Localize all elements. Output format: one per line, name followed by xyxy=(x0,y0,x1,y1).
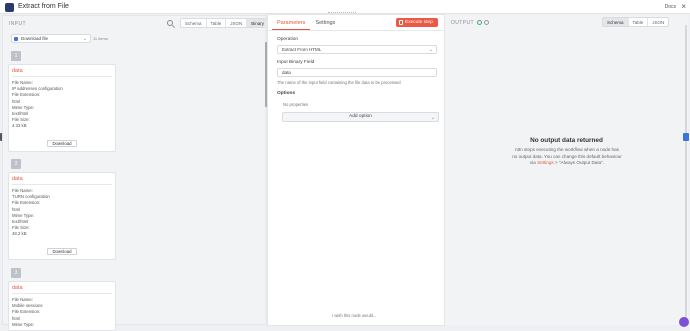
output-tab-json[interactable]: JSON xyxy=(648,18,668,26)
add-option-label: Add option xyxy=(349,114,372,119)
info-icon[interactable] xyxy=(484,20,489,25)
items-count: 11 items xyxy=(93,36,108,41)
binary-field-input[interactable]: data xyxy=(277,68,437,77)
meta-line: Mime Type: xyxy=(12,321,35,327)
binary-item-card: data File Name: IP addresses configurati… xyxy=(8,64,116,152)
input-tab-schema[interactable]: Schema xyxy=(181,19,207,27)
input-panel: INPUT Schema Table JSON Binary Download … xyxy=(2,15,270,331)
no-output-title: No output data returned xyxy=(530,137,603,144)
extension-icon[interactable] xyxy=(683,133,689,141)
input-label: INPUT xyxy=(9,21,26,27)
binary-key: data xyxy=(12,68,23,74)
execute-step-label: Execute step xyxy=(405,20,433,25)
no-properties-text: No properties xyxy=(283,102,309,107)
search-icon[interactable] xyxy=(167,20,173,26)
node-title[interactable]: Extract from File xyxy=(18,3,69,10)
output-panel: OUTPUT Schema Table JSON No output data … xyxy=(445,15,688,325)
no-output-text-end: > "Always Output Data". xyxy=(553,160,605,165)
chevron-down-icon: ⌄ xyxy=(82,36,87,42)
binary-key: data xyxy=(12,176,23,182)
download-button[interactable]: Download xyxy=(47,140,77,147)
output-scrollbar[interactable] xyxy=(685,25,687,325)
parameters-panel: Parameters Settings Execute step Operati… xyxy=(267,14,445,326)
item-index: 1 xyxy=(11,51,21,61)
source-node-select[interactable]: Download file ⌄ xyxy=(11,34,91,43)
download-node-icon xyxy=(14,37,18,41)
operation-select[interactable]: Extract From HTML ⌄ xyxy=(277,45,437,54)
settings-tabs: Parameters Settings xyxy=(272,18,340,30)
item-index: 3 xyxy=(11,268,21,278)
output-label: OUTPUT xyxy=(451,20,474,26)
input-tab-table[interactable]: Table xyxy=(207,19,227,27)
flask-icon xyxy=(399,20,403,25)
close-icon[interactable]: × xyxy=(681,2,686,11)
no-output-message: n8n stops executing the workflow when a … xyxy=(512,147,622,167)
success-status-icon xyxy=(477,20,482,25)
binary-key: data xyxy=(12,285,23,291)
feedback-link[interactable]: I wish this node would... xyxy=(332,313,376,318)
binary-field-hint: The name of the input field containing t… xyxy=(277,80,401,85)
operation-value: Extract From HTML xyxy=(282,47,322,52)
settings-link[interactable]: Settings xyxy=(537,160,554,165)
divider xyxy=(12,293,112,294)
input-tab-json[interactable]: JSON xyxy=(226,19,248,27)
chevron-down-icon: ⌄ xyxy=(428,47,433,53)
chevron-down-icon: ⌄ xyxy=(430,115,435,121)
divider xyxy=(12,184,112,185)
output-tab-schema[interactable]: Schema xyxy=(603,18,629,26)
output-tab-table[interactable]: Table xyxy=(629,18,649,26)
divider xyxy=(12,76,112,77)
tab-settings[interactable]: Settings xyxy=(310,18,340,30)
binary-item-card: data File Name: TURN configuration File … xyxy=(8,172,116,260)
download-button[interactable]: Download xyxy=(47,248,77,255)
input-view-switcher: Schema Table JSON Binary xyxy=(180,18,270,28)
file-metadata: File Name: TURN configuration File Exten… xyxy=(12,188,50,238)
divider xyxy=(268,30,444,31)
source-node-value: Download file xyxy=(21,36,49,41)
node-details-window: Extract from File Docs × INPUT Schema Ta… xyxy=(0,0,690,331)
tab-parameters[interactable]: Parameters xyxy=(272,18,311,30)
meta-line: 48.2 kB xyxy=(12,231,27,237)
item-index: 2 xyxy=(11,159,21,169)
assistant-icon[interactable] xyxy=(679,317,689,327)
file-metadata: File Name: IP addresses configuration Fi… xyxy=(12,80,63,130)
file-node-icon xyxy=(5,3,14,12)
binary-field-label: Input Binary Field xyxy=(277,60,315,65)
binary-item-card: data File Name: Mobile sessions File Ext… xyxy=(8,281,116,331)
meta-line: 4.33 kB xyxy=(12,123,27,129)
options-heading: Options xyxy=(277,91,296,96)
file-metadata: File Name: Mobile sessions File Extensio… xyxy=(12,297,43,328)
add-option-button[interactable]: Add option ⌄ xyxy=(282,112,439,122)
binary-field-value: data xyxy=(282,70,291,75)
execute-step-button[interactable]: Execute step xyxy=(396,18,438,27)
meta-line: File Extension: xyxy=(12,309,41,315)
docs-link[interactable]: Docs xyxy=(665,4,676,10)
output-view-switcher: Schema Table JSON xyxy=(602,17,670,27)
operation-label: Operation xyxy=(277,37,299,42)
